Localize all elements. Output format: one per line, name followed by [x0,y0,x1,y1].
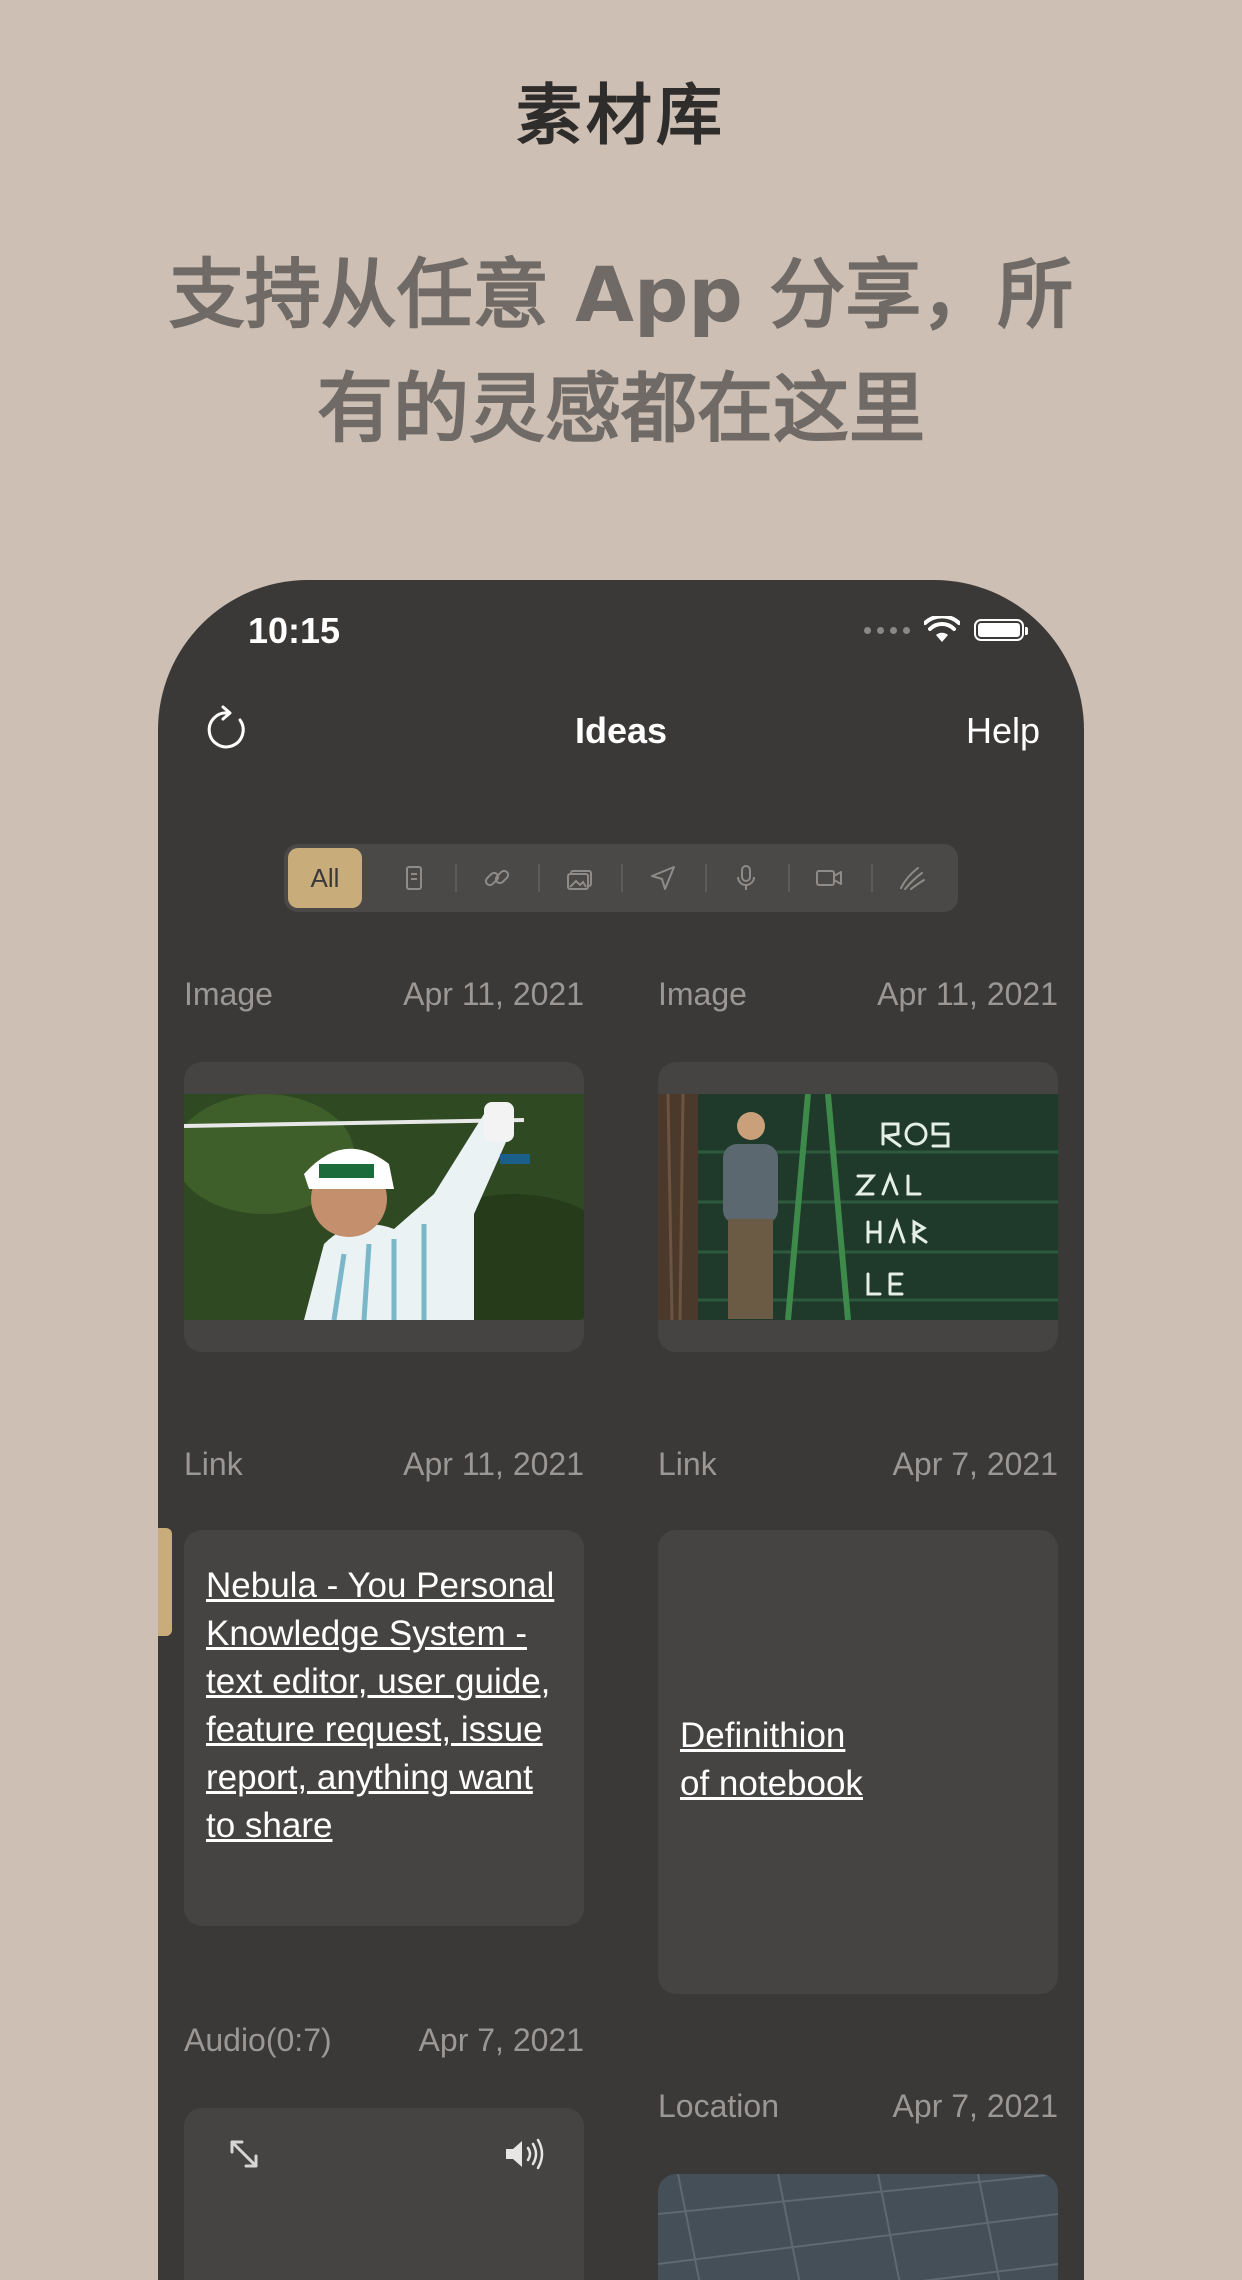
link-text[interactable]: Nebula - You Personal Knowledge System -… [206,1562,566,1850]
link-icon [484,869,509,887]
status-icons [864,616,1028,644]
audio-card[interactable] [184,2108,584,2280]
hero-subtitle-line1: 支持从任意 App 分享，所 [168,250,1074,339]
card-date: Apr 7, 2021 [892,2088,1058,2124]
filter-location[interactable] [621,848,704,908]
play-audio-button[interactable] [484,2114,564,2194]
link-text[interactable]: Definithion of notebook [680,1712,1040,1808]
card-type: Audio(0:7) [184,2022,332,2058]
status-time: 10:15 [248,610,341,651]
filter-video[interactable] [787,848,871,908]
expand-button[interactable] [204,2114,284,2194]
golfer-photo [184,1094,584,1320]
card-type: Image [658,976,747,1012]
scoreboard-photo [658,1094,1058,1320]
card-type: Image [184,976,273,1012]
image-card[interactable] [658,1062,1058,1352]
hero-subtitle-line2: 有的灵感都在这里 [317,364,925,453]
filter-image[interactable] [538,848,621,908]
filter-note[interactable] [372,848,455,908]
help-button[interactable]: Help [966,710,1040,752]
battery-icon [974,619,1028,641]
card-meta: Link Apr 11, 2021 [184,1446,584,1483]
card-type: Link [184,1446,243,1482]
note-icon [405,866,422,890]
link-card[interactable]: Definithion of notebook [658,1530,1058,1994]
card-meta: Location Apr 7, 2021 [658,2088,1058,2125]
card-meta: Audio(0:7) Apr 7, 2021 [184,2022,584,2059]
filter-all-label: All [310,862,340,893]
location-card[interactable] [658,2174,1058,2280]
link-text-line2: of notebook [680,1764,863,1803]
card-date: Apr 11, 2021 [403,1446,584,1482]
type-filter: All [284,844,958,912]
card-type: Link [658,1446,717,1482]
card-meta: Image Apr 11, 2021 [658,976,1058,1013]
filter-sketch[interactable] [870,848,954,908]
card-type: Location [658,2088,779,2124]
side-drawer-handle[interactable] [158,1528,172,1636]
expand-icon [230,2140,258,2168]
image-card[interactable] [184,1062,584,1352]
card-meta: Link Apr 7, 2021 [658,1446,1058,1483]
nav-title: Ideas [574,710,668,751]
hero-title: 素材库 [516,77,726,154]
filter-audio[interactable] [704,848,788,908]
link-card[interactable]: Nebula - You Personal Knowledge System -… [184,1530,584,1926]
map-thumbnail [658,2174,1058,2280]
card-date: Apr 11, 2021 [403,976,584,1012]
mic-icon [737,865,756,890]
signal-icon [864,626,910,634]
filter-link[interactable] [455,848,538,908]
card-date: Apr 7, 2021 [892,1446,1058,1482]
phone-screen: 10:15 Ideas Help All Image Apr 11, 2021 … [158,580,1084,2280]
link-text-line1: Definithion [680,1716,846,1755]
speaker-icon [506,2138,544,2170]
card-meta: Image Apr 11, 2021 [184,976,584,1013]
image-icon [566,870,592,890]
sketch-icon [900,867,926,890]
location-icon [650,866,675,890]
hero-subtitle: 支持从任意 App 分享，所 有的灵感都在这里 [120,238,1122,466]
video-icon [816,870,843,886]
card-date: Apr 11, 2021 [877,976,1058,1012]
card-date: Apr 7, 2021 [418,2022,584,2058]
wifi-icon [924,616,960,642]
filter-all[interactable]: All [288,848,362,908]
